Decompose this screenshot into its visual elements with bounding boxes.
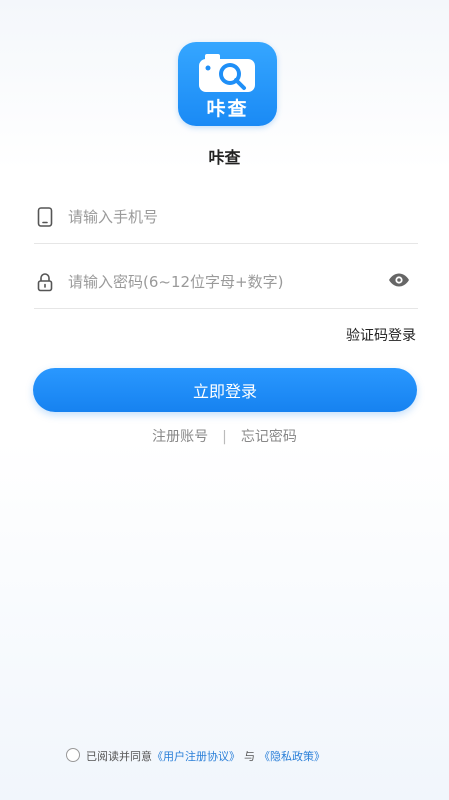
app-name: 咔查 [208, 148, 241, 167]
agreement-row: 已阅读并同意《用户注册协议》与《隐私政策》 [66, 748, 426, 766]
privacy-policy-link[interactable]: 《隐私政策》 [259, 750, 325, 763]
user-agreement-link[interactable]: 《用户注册协议》 [152, 750, 240, 763]
password-input[interactable] [68, 270, 368, 294]
camera-search-icon [199, 54, 255, 92]
agreement-prefix: 已阅读并同意 [86, 750, 152, 763]
forgot-password-link[interactable]: 忘记密码 [241, 429, 297, 445]
lock-icon [37, 273, 53, 292]
agreement-checkbox[interactable] [66, 748, 80, 762]
sms-login-link[interactable]: 验证码登录 [346, 325, 416, 345]
password-field [34, 258, 418, 309]
register-link[interactable]: 注册账号 [152, 429, 208, 445]
app-logo: 咔查 [178, 42, 277, 126]
logo-text: 咔查 [206, 98, 249, 120]
login-button[interactable]: 立即登录 [33, 368, 417, 412]
phone-field [34, 193, 418, 244]
phone-icon [37, 207, 53, 227]
phone-input[interactable] [68, 205, 368, 229]
link-separator: | [222, 429, 227, 445]
agreement-conjunction: 与 [244, 750, 255, 763]
account-links: 注册账号 | 忘记密码 [0, 426, 449, 446]
eye-icon[interactable] [388, 272, 410, 288]
